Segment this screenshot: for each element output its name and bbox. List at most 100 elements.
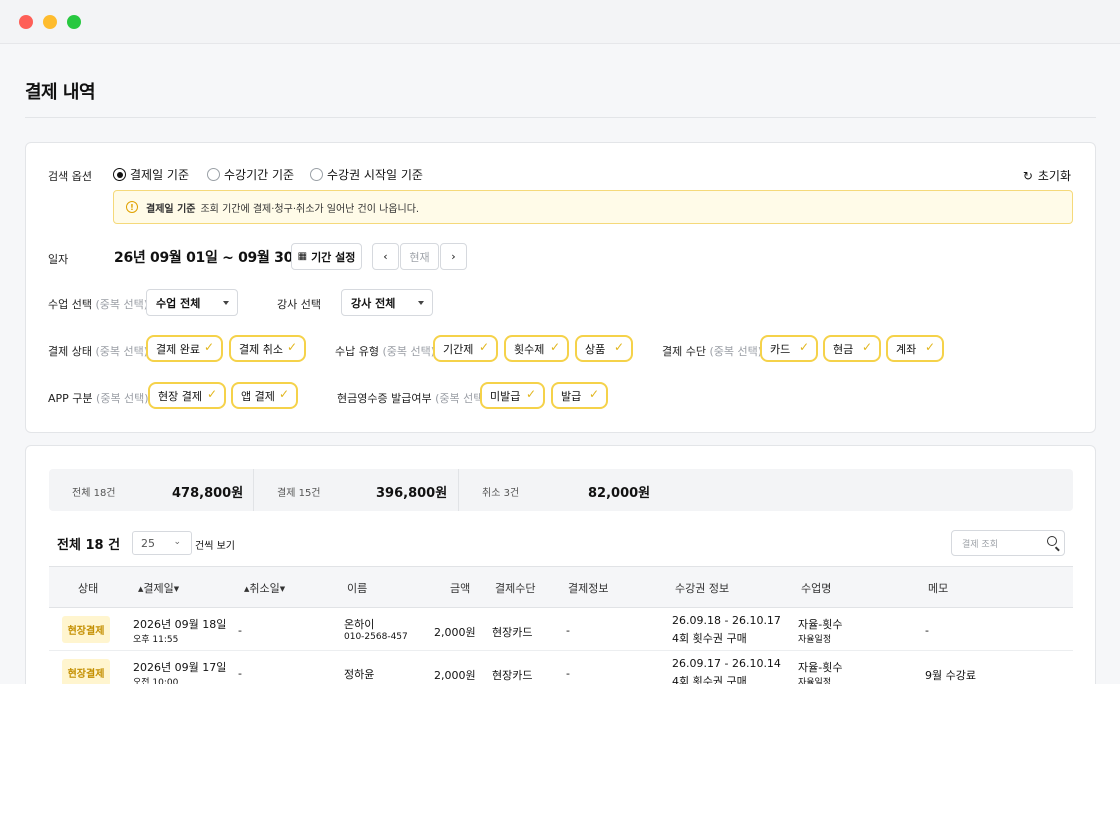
th-ticket-info: 수강권 정보 <box>675 582 730 595</box>
th-class-name: 수업명 <box>801 582 832 595</box>
table-row[interactable]: 현장결제 2026년 09월 17일 오전 10:00 - 정하윤 2,000원… <box>49 651 1073 684</box>
window-titlebar <box>0 0 1120 44</box>
minimize-window-button[interactable] <box>43 15 57 29</box>
ticket-desc: 4회 횟수권 구매 <box>672 632 747 645</box>
radio-ticket-start[interactable]: 수강권 시작일 기준 <box>310 166 423 183</box>
chip-label: 상품 <box>585 342 606 356</box>
chevron-left-icon: ‹ <box>383 250 388 263</box>
chip-app-payment[interactable]: 앱 결제 ✓ <box>231 382 298 409</box>
th-label: 결제일 <box>143 582 174 595</box>
chip-label: 발급 <box>561 389 582 403</box>
chevron-down-icon: ⌄ <box>173 537 181 547</box>
radio-payment-date[interactable]: 결제일 기준 <box>113 166 189 183</box>
check-icon: ✓ <box>525 387 536 401</box>
chip-label: 현금 <box>833 342 854 356</box>
radio-course-period[interactable]: 수강기간 기준 <box>207 166 294 183</box>
chip-product-type[interactable]: 상품 ✓ <box>575 335 633 362</box>
radio-label: 결제일 기준 <box>130 168 190 182</box>
check-icon: ✓ <box>613 340 624 354</box>
th-status: 상태 <box>78 582 99 595</box>
reset-button[interactable]: ↻ 초기화 <box>1023 167 1071 184</box>
date-range: 26년 09월 01일 ~ 09월 30일 <box>114 250 306 266</box>
th-memo: 메모 <box>928 582 949 595</box>
maximize-window-button[interactable] <box>67 15 81 29</box>
memo: 9월 수강료 <box>925 669 976 682</box>
chip-not-issued[interactable]: 미발급 ✓ <box>480 382 545 409</box>
teacher-select-value: 강사 전체 <box>351 296 396 310</box>
chip-label: 현장 결제 <box>158 389 202 403</box>
chip-payment-cancel[interactable]: 결제 취소 ✓ <box>229 335 306 362</box>
status-badge: 현장결제 <box>62 616 110 643</box>
chip-onsite-payment[interactable]: 현장 결제 ✓ <box>148 382 226 409</box>
refresh-icon: ↻ <box>1022 168 1033 183</box>
table-row[interactable]: 현장결제 2026년 09월 18일 오후 11:55 - 온하이 010-25… <box>49 608 1073 651</box>
chip-payment-complete[interactable]: 결제 완료 ✓ <box>146 335 223 362</box>
class-name: 자율-횟수 <box>798 661 843 674</box>
check-icon: ✓ <box>588 387 599 401</box>
label-sub: (중복 선택) <box>95 298 149 311</box>
app-window: 결제 내역 검색 옵션 결제일 기준 수강기간 기준 수강권 시작일 기준 ↻ … <box>0 0 1120 684</box>
current-period-button[interactable]: 현재 <box>400 243 439 270</box>
search-icon[interactable] <box>1047 536 1057 546</box>
next-period-button[interactable]: › <box>440 243 467 270</box>
teacher-select[interactable]: 강사 전체 <box>341 289 433 316</box>
chip-count-type[interactable]: 횟수제 ✓ <box>504 335 569 362</box>
payment-time: 오후 11:55 <box>133 635 179 645</box>
summary-label: 취소 3건 <box>482 488 520 499</box>
sort-down-icon: ▼ <box>279 585 286 593</box>
close-window-button[interactable] <box>19 15 33 29</box>
income-type-label: 수납 유형 (중복 선택) <box>335 343 435 359</box>
teacher-filter-label: 강사 선택 <box>277 298 321 311</box>
status-badge: 현장결제 <box>62 659 110 684</box>
notice-text: 조회 기간에 결제·청구·취소가 일어난 건이 나옵니다. <box>200 203 420 215</box>
payment-status-label: 결제 상태 (중복 선택) <box>48 343 148 359</box>
label-text: 결제 상태 <box>48 345 92 358</box>
member-phone: 010-2568-4570 <box>344 632 408 642</box>
chip-label: 계좌 <box>896 342 917 356</box>
th-payment-info: 결제정보 <box>568 582 609 595</box>
th-cancel-date[interactable]: ▲취소일▼ <box>244 580 285 596</box>
chip-issued[interactable]: 발급 ✓ <box>551 382 608 409</box>
check-icon: ✓ <box>278 387 289 401</box>
class-select[interactable]: 수업 전체 <box>146 289 238 316</box>
reset-label: 초기화 <box>1037 169 1071 183</box>
chip-period-type[interactable]: 기간제 ✓ <box>433 335 498 362</box>
th-payment-date[interactable]: ▲결제일▼ <box>138 580 179 596</box>
label-text: APP 구분 <box>48 392 93 405</box>
radio-label: 수강권 시작일 기준 <box>327 168 423 182</box>
th-method: 결제수단 <box>495 582 536 595</box>
chip-card[interactable]: 카드 ✓ <box>760 335 818 362</box>
payment-date: 2026년 09월 17일 <box>133 661 227 674</box>
ticket-period: 26.09.18 - 26.10.17 <box>672 614 781 627</box>
label-sub: (중복 선택) <box>382 345 436 358</box>
payment-search-input[interactable]: 결제 조회 <box>951 530 1065 556</box>
label-text: 결제 수단 <box>662 345 706 358</box>
prev-period-button[interactable]: ‹ <box>372 243 399 270</box>
payment-method: 현장카드 <box>492 626 533 639</box>
period-setting-button[interactable]: ▦ 기간 설정 <box>291 243 362 270</box>
per-page-select[interactable]: 25 ⌄ <box>132 531 192 555</box>
receipt-label: 현금영수증 발급여부 (중복 선택) <box>337 390 488 406</box>
label-text: 수업 선택 <box>48 298 92 311</box>
chip-cash[interactable]: 현금 ✓ <box>823 335 881 362</box>
th-name: 이름 <box>347 582 368 595</box>
payment-date: 2026년 09월 18일 <box>133 618 227 631</box>
cancel-date: - <box>238 624 242 637</box>
info-icon: ! <box>126 201 138 213</box>
check-icon: ✓ <box>549 340 560 354</box>
caret-down-icon <box>223 301 229 305</box>
sort-down-icon: ▼ <box>173 585 180 593</box>
summary-value: 478,800원 <box>172 486 244 501</box>
check-icon: ✓ <box>924 340 935 354</box>
chip-label: 결제 취소 <box>239 342 283 356</box>
chip-label: 앱 결제 <box>241 389 275 403</box>
check-icon: ✓ <box>286 340 297 354</box>
filter-panel: 검색 옵션 결제일 기준 수강기간 기준 수강권 시작일 기준 ↻ 초기화 ! … <box>25 142 1096 433</box>
th-label: 취소일 <box>249 582 280 595</box>
chip-label: 카드 <box>770 342 791 356</box>
table-header: 상태 ▲결제일▼ ▲취소일▼ 이름 금액 결제수단 결제정보 수강권 정보 수업… <box>49 566 1073 608</box>
check-icon: ✓ <box>203 340 214 354</box>
chip-account[interactable]: 계좌 ✓ <box>886 335 944 362</box>
search-placeholder: 결제 조회 <box>962 539 998 550</box>
per-page-value: 25 <box>141 536 155 550</box>
